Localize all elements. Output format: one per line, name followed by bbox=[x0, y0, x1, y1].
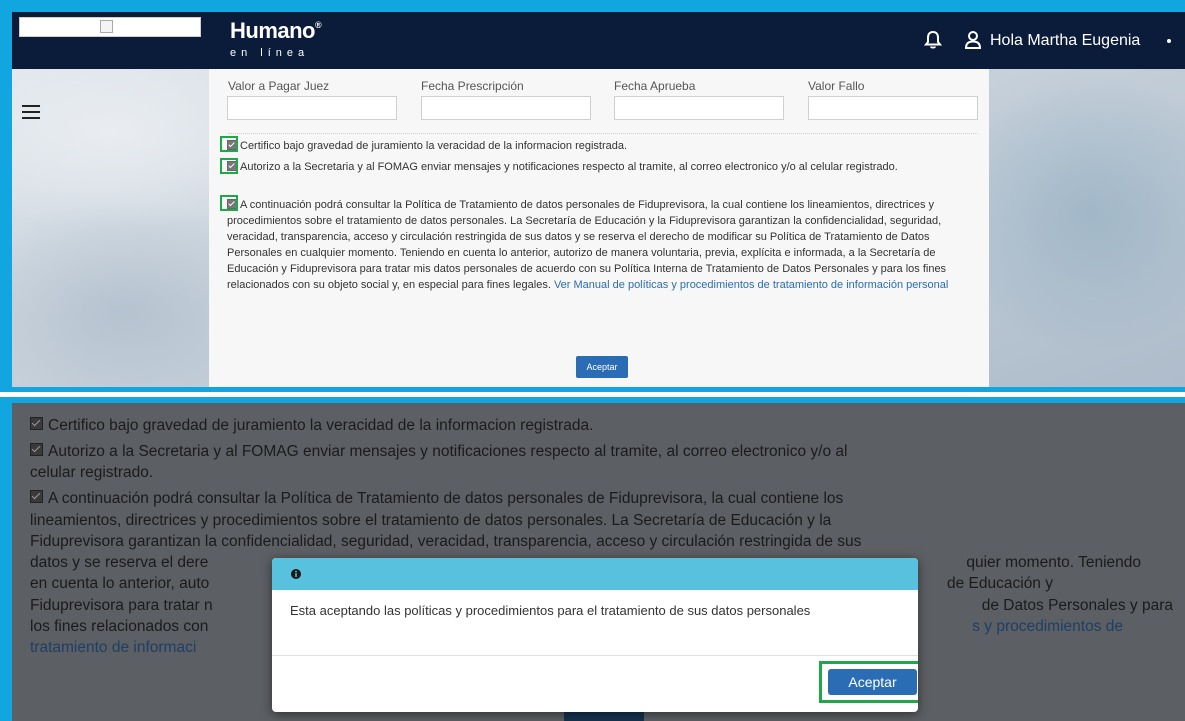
data-policy-item: A continuación podrá consultar la Políti… bbox=[227, 197, 987, 293]
zoom-screenshot-frame: Certifico bajo gravedad de juramiento la… bbox=[0, 397, 1185, 721]
zoom-line-text: Certifico bajo gravedad de juramiento la… bbox=[48, 417, 594, 434]
brand-name: Humano bbox=[230, 18, 316, 43]
zoom-policy-checkbox bbox=[30, 490, 43, 503]
user-menu-caret-icon[interactable] bbox=[1167, 39, 1171, 43]
field-label-valor-fallo: Valor Fallo bbox=[808, 79, 865, 93]
zoom-line-text: celular registrado. bbox=[30, 464, 154, 481]
brand-logo[interactable]: Humano® en línea bbox=[230, 18, 322, 60]
zoom-line-text: Fiduprevisora garantizan la confidencial… bbox=[30, 533, 862, 550]
zoom-declaration-line: Certifico bajo gravedad de juramiento la… bbox=[30, 415, 1160, 436]
fecha-aprueba-input[interactable] bbox=[614, 96, 784, 120]
user-greeting[interactable]: Hola Martha Eugenia bbox=[990, 32, 1140, 50]
navbar: Humano® en línea Hola Martha Eugenia bbox=[12, 12, 1185, 69]
notification-consent-item: Autorizo a la Secretaria y al FOMAG envi… bbox=[227, 159, 987, 175]
valor-pagar-juez-input[interactable] bbox=[227, 96, 397, 120]
hamburger-icon[interactable] bbox=[22, 105, 40, 119]
zoom-line-text: A continuación podrá consultar la Políti… bbox=[48, 490, 844, 507]
form-divider bbox=[228, 133, 978, 134]
declaration-item: Certifico bajo gravedad de juramiento la… bbox=[227, 138, 987, 154]
dialog-message: Esta aceptando las políticas y procedimi… bbox=[290, 603, 811, 618]
brand-subtitle: en línea bbox=[230, 47, 310, 59]
user-icon[interactable] bbox=[964, 30, 982, 50]
zoom-declaration-checkbox bbox=[30, 417, 43, 430]
data-policy-manual-link[interactable]: Ver Manual de políticas y procedimientos… bbox=[554, 279, 948, 291]
zoom-line-text: Autorizo a la Secretaria y al FOMAG envi… bbox=[48, 443, 848, 460]
dialog-divider bbox=[272, 655, 918, 656]
field-label-fecha-aprueba: Fecha Aprueba bbox=[614, 79, 696, 93]
bell-icon[interactable] bbox=[924, 30, 942, 50]
fecha-prescripcion-input[interactable] bbox=[421, 96, 591, 120]
zoom-line: lineamientos, directrices y procedimient… bbox=[30, 510, 1160, 531]
notification-consent-text: Autorizo a la Secretaria y al FOMAG envi… bbox=[240, 161, 898, 173]
info-icon bbox=[291, 569, 301, 579]
zoom-line-text: lineamientos, directrices y procedimient… bbox=[30, 512, 832, 529]
checkbox-highlight-3 bbox=[220, 195, 238, 211]
data-policy-text: A continuación podrá consultar la Políti… bbox=[227, 199, 947, 291]
zoom-line-text: en cuenta lo anterior, auto bbox=[30, 575, 210, 592]
top-screenshot-frame: Humano® en línea Hola Martha Eugenia Val… bbox=[0, 0, 1185, 392]
zoom-line-text: de Educación y bbox=[947, 575, 1053, 592]
checkbox-highlight-1 bbox=[220, 136, 238, 152]
declaration-text: Certifico bajo gravedad de juramiento la… bbox=[240, 140, 628, 152]
brand-registered-mark: ® bbox=[315, 20, 322, 30]
broken-image-icon bbox=[100, 20, 113, 33]
accept-button[interactable]: Aceptar bbox=[576, 356, 628, 378]
zoom-line-text: tratamiento de informaci bbox=[30, 639, 197, 656]
valor-fallo-input[interactable] bbox=[808, 96, 978, 120]
zoom-line: Fiduprevisora garantizan la confidencial… bbox=[30, 531, 1160, 552]
logo-placeholder bbox=[19, 17, 201, 37]
dialog-accept-button[interactable]: Aceptar bbox=[828, 669, 917, 695]
zoom-screenshot: Certifico bajo gravedad de juramiento la… bbox=[12, 403, 1185, 721]
checkbox-highlight-2 bbox=[220, 158, 238, 174]
field-label-fecha-prescripcion: Fecha Prescripción bbox=[421, 79, 524, 93]
zoom-line: celular registrado. bbox=[30, 462, 1160, 483]
field-label-valor-pagar-juez: Valor a Pagar Juez bbox=[228, 79, 330, 93]
confirmation-dialog: Esta aceptando las políticas y procedimi… bbox=[272, 558, 918, 712]
dialog-header bbox=[272, 558, 918, 590]
zoom-line: de Educación y bbox=[947, 573, 1185, 594]
zoom-line-text: s y procedimientos de bbox=[972, 618, 1123, 635]
zoom-line-text: quier momento. Teniendo bbox=[966, 554, 1141, 571]
zoom-notification-line: Autorizo a la Secretaria y al FOMAG envi… bbox=[30, 441, 1160, 462]
top-screenshot: Humano® en línea Hola Martha Eugenia Val… bbox=[12, 12, 1185, 387]
zoom-notification-checkbox bbox=[30, 443, 43, 456]
zoom-line-text: de Datos Personales y para bbox=[981, 597, 1173, 614]
zoom-policy-line: A continuación podrá consultar la Políti… bbox=[30, 488, 1160, 509]
